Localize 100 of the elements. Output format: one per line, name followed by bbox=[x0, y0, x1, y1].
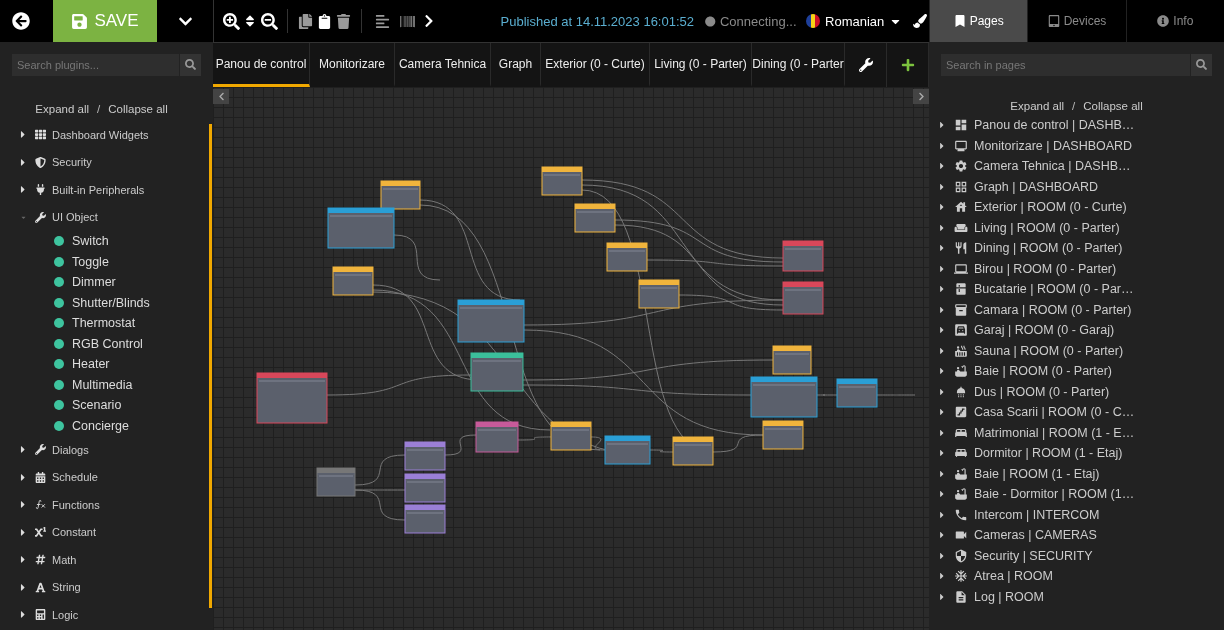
graph-node[interactable] bbox=[327, 207, 395, 249]
page-item[interactable]: Atrea | ROOM bbox=[974, 569, 1053, 584]
tree-item[interactable]: Schedule bbox=[52, 471, 98, 484]
scroll-right-button[interactable] bbox=[913, 89, 929, 104]
search-field[interactable]: Search plugins... bbox=[12, 53, 179, 76]
search-button[interactable] bbox=[179, 53, 201, 76]
graph-node[interactable] bbox=[750, 376, 818, 418]
caret-icon[interactable] bbox=[18, 554, 28, 566]
zoom-out-icon[interactable] bbox=[259, 11, 279, 31]
graph-node[interactable] bbox=[574, 203, 616, 233]
graph-node[interactable] bbox=[762, 420, 804, 450]
tree-item[interactable]: RGB Control bbox=[72, 336, 143, 351]
page-item[interactable]: Baie | ROOM (1 - Etaj) bbox=[974, 466, 1100, 481]
page-tab[interactable]: Dining (0 - Parter bbox=[752, 43, 845, 87]
graph-node[interactable] bbox=[836, 378, 878, 408]
hash-icon bbox=[34, 554, 46, 566]
page-item[interactable]: Casa Scarii | ROOM (0 - C… bbox=[974, 405, 1135, 420]
tree-item[interactable]: Math bbox=[52, 553, 77, 566]
tree-item[interactable]: Security bbox=[52, 156, 92, 169]
tree-item[interactable]: Toggle bbox=[72, 254, 109, 269]
tree-item[interactable]: Constant bbox=[52, 526, 97, 539]
page-item[interactable]: Matrimonial | ROOM (1 - E… bbox=[974, 425, 1135, 440]
page-item[interactable]: Security | SECURITY bbox=[974, 548, 1093, 563]
graph-node[interactable] bbox=[782, 240, 824, 272]
tree-item[interactable]: Heater bbox=[72, 357, 110, 372]
page-item[interactable]: Graph | DASHBOARD bbox=[974, 179, 1099, 194]
graph-node[interactable] bbox=[470, 352, 524, 392]
page-item[interactable]: Bucatarie | ROOM (0 - Par… bbox=[974, 282, 1134, 297]
scroll-left-button[interactable] bbox=[213, 89, 229, 104]
page-item[interactable]: Panou de control | DASHB… bbox=[974, 118, 1135, 133]
collapse-all-link[interactable]: Collapse all bbox=[1083, 100, 1143, 112]
caret-icon[interactable] bbox=[18, 156, 28, 168]
page-item[interactable]: Monitorizare | DASHBOARD bbox=[974, 138, 1133, 153]
dot-icon bbox=[54, 359, 64, 370]
tree-item[interactable]: Dimmer bbox=[72, 275, 116, 290]
graph-node[interactable] bbox=[457, 299, 525, 343]
graph-node[interactable] bbox=[541, 166, 583, 196]
search-field[interactable]: Search in pages bbox=[941, 53, 1190, 76]
caret-icon[interactable] bbox=[18, 581, 28, 593]
graph-node[interactable] bbox=[772, 345, 812, 375]
graph-node[interactable] bbox=[404, 504, 446, 534]
graph-node[interactable] bbox=[672, 436, 714, 466]
page-item[interactable]: Intercom | INTERCOM bbox=[974, 507, 1100, 522]
page-tab[interactable]: Panou de control bbox=[213, 43, 310, 87]
page-item[interactable]: Dus | ROOM (0 - Parter) bbox=[974, 384, 1110, 399]
panel-tab[interactable]: Pages bbox=[929, 0, 1028, 42]
language-selector[interactable]: Romanian bbox=[806, 13, 903, 29]
tree-item[interactable]: UI Object bbox=[52, 211, 98, 224]
graph-node[interactable] bbox=[782, 281, 824, 315]
page-item[interactable]: Baie - Dormitor | ROOM (1… bbox=[974, 487, 1135, 502]
graph-node[interactable] bbox=[380, 180, 421, 210]
caret-icon[interactable] bbox=[18, 444, 28, 456]
expand-all-link[interactable]: Expand all bbox=[35, 103, 90, 115]
graph-node[interactable] bbox=[332, 266, 374, 296]
graph-node[interactable] bbox=[316, 467, 356, 497]
caret-icon[interactable] bbox=[18, 129, 28, 141]
graph-node[interactable] bbox=[638, 279, 680, 309]
page-item[interactable]: Log | ROOM bbox=[974, 589, 1044, 604]
graph-node[interactable] bbox=[550, 421, 592, 451]
tree-item[interactable]: Thermostat bbox=[72, 316, 136, 331]
page-item[interactable]: Dining | ROOM (0 - Parter) bbox=[974, 241, 1123, 256]
tree-item[interactable]: Functions bbox=[52, 498, 100, 511]
tree-item[interactable]: Multimedia bbox=[72, 377, 133, 392]
graph-node[interactable] bbox=[604, 435, 651, 465]
page-item[interactable]: Garaj | ROOM (0 - Garaj) bbox=[974, 323, 1115, 338]
caret-icon[interactable] bbox=[18, 609, 28, 621]
graph-node[interactable] bbox=[404, 441, 446, 471]
info-icon bbox=[1157, 15, 1170, 27]
tree-item[interactable]: Shutter/Blinds bbox=[72, 295, 150, 310]
page-item[interactable]: Exterior | ROOM (0 - Curte) bbox=[974, 200, 1127, 215]
tree-item[interactable]: Scenario bbox=[72, 398, 122, 413]
function-icon bbox=[34, 499, 46, 511]
page-item[interactable]: Camara | ROOM (0 - Parter) bbox=[974, 302, 1132, 317]
graph-node[interactable] bbox=[606, 242, 648, 272]
expand-all-link[interactable]: Expand all bbox=[1010, 100, 1065, 112]
graph-node[interactable] bbox=[475, 421, 519, 453]
caret-icon[interactable] bbox=[18, 184, 28, 196]
page-item[interactable]: Baie | ROOM (0 - Parter) bbox=[974, 364, 1112, 379]
page-item[interactable]: Sauna | ROOM (0 - Parter) bbox=[974, 343, 1124, 358]
page-item[interactable]: Birou | ROOM (0 - Parter) bbox=[974, 261, 1117, 276]
zoom-in-icon[interactable] bbox=[221, 11, 241, 31]
tree-item[interactable]: Logic bbox=[52, 608, 79, 621]
tree-item[interactable]: Dashboard Widgets bbox=[52, 128, 149, 141]
tree-item[interactable]: String bbox=[52, 581, 81, 594]
tree-item[interactable]: Switch bbox=[72, 234, 109, 249]
collapse-all-link[interactable]: Collapse all bbox=[108, 103, 168, 115]
tree-item[interactable]: Concierge bbox=[72, 418, 129, 433]
scrollbar-thumb[interactable] bbox=[209, 124, 212, 608]
caret-icon[interactable] bbox=[18, 471, 28, 483]
page-item[interactable]: Cameras | CAMERAS bbox=[974, 528, 1097, 543]
page-item[interactable]: Camera Tehnica | DASHB… bbox=[974, 159, 1131, 174]
caret-icon[interactable] bbox=[18, 526, 28, 538]
tree-item[interactable]: Built-in Peripherals bbox=[52, 183, 145, 196]
page-item[interactable]: Living | ROOM (0 - Parter) bbox=[974, 220, 1120, 235]
caret-icon[interactable] bbox=[18, 499, 28, 511]
tree-item[interactable]: Dialogs bbox=[52, 443, 89, 456]
graph-node[interactable] bbox=[404, 473, 446, 503]
graph-node[interactable] bbox=[256, 372, 328, 424]
search-button[interactable] bbox=[1190, 53, 1212, 76]
page-item[interactable]: Dormitor | ROOM (1 - Etaj) bbox=[974, 446, 1123, 461]
